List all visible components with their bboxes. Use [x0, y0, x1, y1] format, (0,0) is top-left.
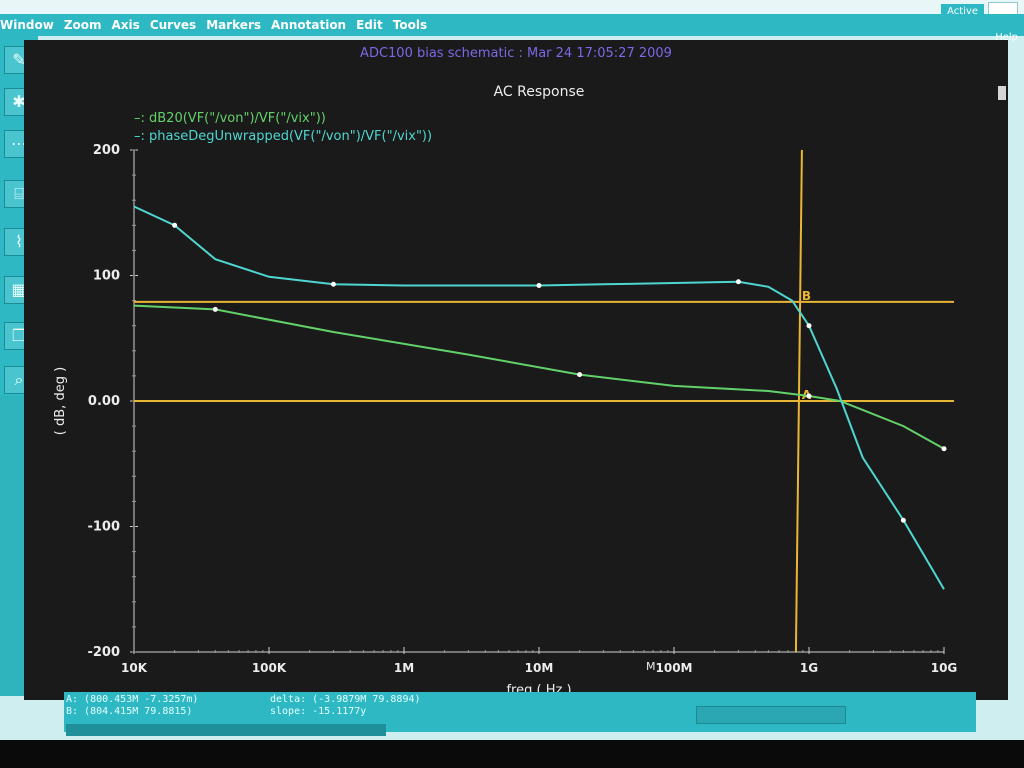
y-tick-label: 100 [93, 269, 120, 284]
scroll-indicator[interactable] [998, 86, 1006, 100]
series-0-point [806, 393, 812, 399]
menu-markers[interactable]: Markers [206, 18, 261, 32]
plot-window: ADC100 bias schematic : Mar 24 17:05:27 … [24, 40, 1008, 700]
marker-label-m: M [646, 660, 656, 673]
menu-curves[interactable]: Curves [150, 18, 196, 32]
marker-label-b: B [802, 289, 811, 303]
status-field[interactable] [696, 706, 846, 724]
x-tick-label: 1M [394, 661, 414, 675]
y-tick-label: 200 [93, 143, 120, 158]
readout-slope: slope: -15.1177y [270, 706, 367, 717]
series-1-point [900, 517, 906, 523]
menu-edit[interactable]: Edit [356, 18, 383, 32]
series-1-point [735, 279, 741, 285]
menu-tools[interactable]: Tools [393, 18, 427, 32]
readout-a: A: (800.453M -7.3257m) [66, 694, 199, 705]
bottom-bar [66, 724, 386, 736]
menu-zoom[interactable]: Zoom [64, 18, 102, 32]
chart-title: AC Response [494, 84, 585, 100]
ac-response-plot[interactable]: AC Response –: dB20(VF("/von")/VF("/vix")… [24, 40, 1008, 700]
menu-window[interactable]: Window [0, 18, 54, 32]
menu-axis[interactable]: Axis [112, 18, 140, 32]
series-0-point [577, 372, 583, 378]
y-axis-label: ( dB, deg ) [53, 367, 68, 435]
menu-bar: Window Zoom Axis Curves Markers Annotati… [0, 14, 1024, 36]
x-tick-label: 1G [800, 661, 818, 675]
top-strip [0, 0, 1024, 14]
x-tick-label: 10K [121, 661, 148, 675]
series-0-line [133, 304, 945, 450]
menu-annotation[interactable]: Annotation [271, 18, 346, 32]
x-tick-label: 100K [252, 661, 287, 675]
cursor-readout: A: (800.453M -7.3257m) B: (804.415M 79.8… [66, 694, 198, 718]
readout-b: B: (804.415M 79.8815) [66, 706, 193, 717]
y-tick-label: -100 [87, 520, 120, 535]
y-tick-label: 0.00 [88, 394, 120, 409]
series-1-point [330, 281, 336, 287]
screen: Active Window Zoom Axis Curves Markers A… [0, 0, 1024, 768]
legend-entry: –: phaseDegUnwrapped(VF("/von")/VF("/vix… [134, 129, 432, 144]
x-tick-label: 10G [931, 661, 958, 675]
series-0-point [212, 306, 218, 312]
readout-right: delta: (-3.9879M 79.8894) slope: -15.117… [270, 694, 421, 718]
series-1-point [806, 323, 812, 329]
legend-entry: –: dB20(VF("/von")/VF("/vix")) [134, 111, 326, 126]
x-tick-label: 10M [525, 661, 554, 675]
readout-delta: delta: (-3.9879M 79.8894) [270, 694, 421, 705]
series-1-point [536, 283, 542, 289]
series-0-point [941, 446, 947, 452]
x-tick-label: 100M [656, 661, 693, 675]
y-tick-label: -200 [87, 645, 120, 660]
series-1-point [172, 222, 178, 228]
monitor-bezel [0, 740, 1024, 768]
